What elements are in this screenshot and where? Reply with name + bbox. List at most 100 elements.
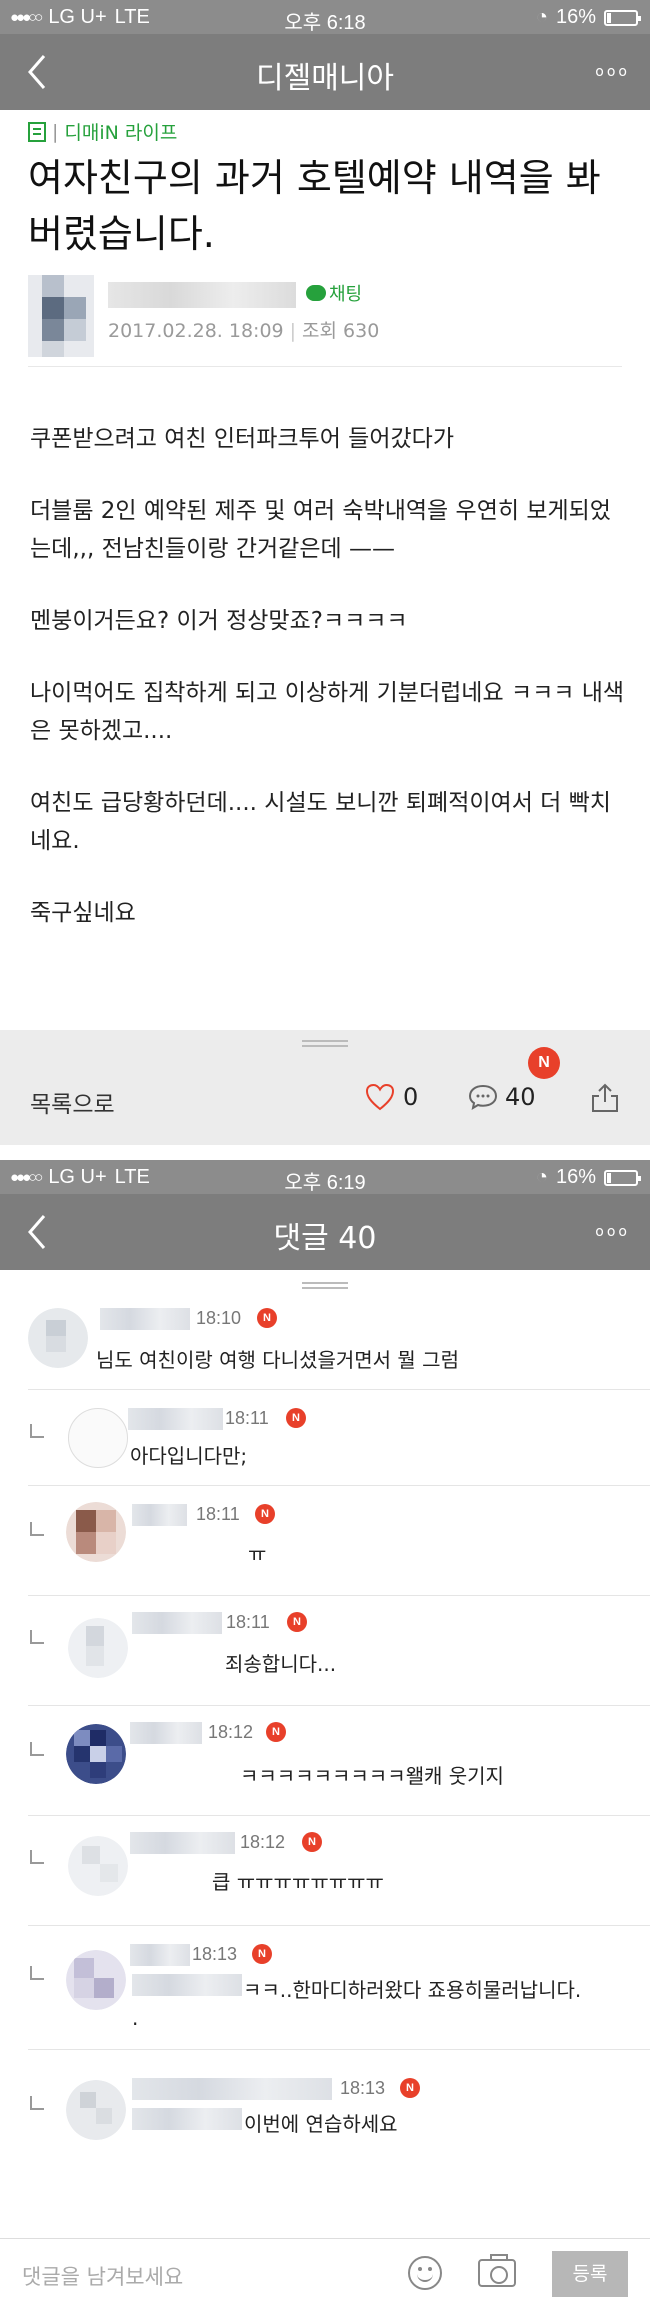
page-title: 댓글 40 [273,1221,377,1256]
new-badge: N [287,1612,307,1632]
comment-item: 18:13 N ㅋㅋ..한마디하러왔다 죠용히물러납니다. . [0,1926,650,2050]
camera-icon[interactable] [478,2254,516,2287]
avatar[interactable] [68,1408,128,1468]
category-label: 디매iN 라이프 [64,122,178,144]
divider [28,366,622,367]
nav-bar: 댓글 40 ooo [0,1194,650,1270]
commenter-name-blurred[interactable] [132,1612,222,1634]
rotation-lock-icon: ◔ [535,6,548,28]
comment-time: 18:12 [208,1722,254,1742]
body-paragraph: 여친도 급당황하던데.... 시설도 보니깐 퇴폐적이여서 더 빡치네요. [30,790,611,854]
comment-text: ㅋㅋㅋㅋㅋㅋㅋㅋㅋ왤캐 웃기지 [240,1764,504,1788]
post-date: 2017.02.28. 18:09 [108,320,284,342]
new-badge: N [255,1504,275,1524]
body-paragraph: 죽구싶네요 [30,900,136,926]
emoji-icon[interactable] [408,2256,442,2290]
chat-button[interactable]: 채팅 [306,280,362,306]
comment-input[interactable]: 댓글을 남겨보세요 [22,2261,183,2291]
comment-item: 18:11 N 아다입니다만; [0,1390,650,1486]
share-icon[interactable] [590,1083,620,1113]
rotation-lock-icon: ◔ [535,1166,548,1188]
chat-bubble-icon [306,285,326,301]
status-bar: ●●●○○ LG U+ LTE 오후 6:19 ◔ 16% [0,1160,650,1194]
status-bar: ●●●○○ LG U+ LTE 오후 6:18 ◔ 16% [0,0,650,34]
author-avatar[interactable] [28,275,94,357]
back-to-list-button[interactable]: 목록으로 [30,1085,115,1119]
nav-bar: 디젤매니아 ooo [0,34,650,110]
battery-icon [604,1169,641,1186]
avatar[interactable] [68,1618,128,1678]
article-title: 여자친구의 과거 호텔예약 내역을 봐버렸습니다. [28,156,601,256]
battery-percent: 16% [555,1166,596,1188]
drag-handle[interactable] [302,1282,348,1289]
new-badge: N [257,1308,277,1328]
comment-text: 님도 여친이랑 여행 다니셨을거면서 뭘 그럼 [96,1348,459,1372]
comment-text: 이번에 연습하세요 [244,2112,398,2136]
screenshot-separator [0,1145,650,1160]
chat-label: 채팅 [329,284,363,305]
comment-text: 아다입니다만; [130,1444,248,1468]
view-count: 조회 630 [302,320,380,342]
commenter-name-blurred[interactable] [128,1408,223,1430]
avatar[interactable] [66,1502,126,1562]
category-link[interactable]: | 디매iN 라이프 [28,118,177,145]
reply-indicator-icon [30,1630,44,1644]
drag-handle[interactable] [302,1040,348,1047]
comment-text: ㅋㅋ..한마디하러왔다 죠용히물러납니다. [243,1978,582,2002]
article-card: | 디매iN 라이프 여자친구의 과거 호텔예약 내역을 봐버렸습니다. 채팅 … [0,110,650,1030]
more-menu-icon[interactable]: ooo [595,1224,630,1240]
avatar[interactable] [66,2080,126,2140]
commenter-name-blurred[interactable] [100,1308,190,1330]
commenter-name-blurred [132,1974,242,1996]
commenter-name-blurred[interactable] [132,2078,332,2100]
comment-item: 18:11 N 죄송합니다... [0,1596,650,1706]
reply-indicator-icon [30,1424,44,1438]
body-paragraph: 나이먹어도 집착하게 되고 이상하게 기분더럽네요 ㅋㅋㅋ 내색은 못하겠고..… [30,680,625,744]
comment-item: 18:11 N ㅠ [0,1486,650,1596]
body-paragraph: 쿠폰받으려고 여친 인터파크투어 들어갔다가 [30,426,454,452]
reply-indicator-icon [30,1522,44,1536]
new-badge: N [286,1408,306,1428]
new-comment-badge: N [528,1047,560,1079]
comment-list: 18:10 N 님도 여친이랑 여행 다니셨을거면서 뭘 그럼 18:11 N … [0,1270,650,2238]
avatar[interactable] [28,1308,88,1368]
body-paragraph: 더블룸 2인 예약된 제주 및 여러 숙박내역을 우연히 보게되었는데,,, 전… [30,498,611,562]
comment-time: 18:11 [225,1408,269,1428]
avatar[interactable] [66,1724,126,1784]
commenter-name-blurred[interactable] [130,1944,190,1966]
comment-button[interactable]: 40 [467,1083,536,1111]
reply-indicator-icon [30,2096,44,2110]
more-menu-icon[interactable]: ooo [595,64,630,80]
comment-text: 큽 ㅠㅠㅠㅠㅠㅠㅠㅠ [212,1870,384,1894]
page-title: 디젤매니아 [256,61,394,96]
comment-time: 18:11 [226,1612,270,1632]
commenter-name-blurred[interactable] [130,1832,235,1854]
like-count: 0 [403,1083,419,1111]
comment-bubble-icon [468,1084,498,1111]
battery-percent: 16% [555,6,596,28]
comment-item: 18:13 N 이번에 연습하세요 [0,2050,650,2170]
comment-item: 18:12 N 큽 ㅠㅠㅠㅠㅠㅠㅠㅠ [0,1816,650,1926]
new-badge: N [252,1944,272,1964]
battery-icon [604,9,641,26]
commenter-name-blurred[interactable] [132,1504,187,1526]
reply-indicator-icon [30,1742,44,1756]
comment-item: 18:10 N 님도 여친이랑 여행 다니셨을거면서 뭘 그럼 [0,1300,650,1390]
reply-indicator-icon [30,1966,44,1980]
author-name-blurred[interactable] [108,282,296,308]
heart-icon [365,1083,395,1111]
avatar[interactable] [66,1950,126,2010]
new-badge: N [302,1832,322,1852]
like-button[interactable]: 0 [365,1083,418,1111]
body-paragraph: 멘붕이거든요? 이거 정상맞죠?ㅋㅋㅋㅋ [30,608,408,634]
comment-text: 죄송합니다... [225,1652,337,1676]
commenter-name-blurred[interactable] [130,1722,202,1744]
comment-time: 18:13 [340,2078,386,2098]
submit-button[interactable]: 등록 [552,2251,628,2297]
reply-indicator-icon [30,1850,44,1864]
comment-item: 18:12 N ㅋㅋㅋㅋㅋㅋㅋㅋㅋ왤캐 웃기지 [0,1706,650,1816]
avatar[interactable] [68,1836,128,1896]
comment-time: 18:12 [240,1832,286,1852]
board-icon [28,121,46,142]
comment-text: ㅠ [248,1542,267,1566]
